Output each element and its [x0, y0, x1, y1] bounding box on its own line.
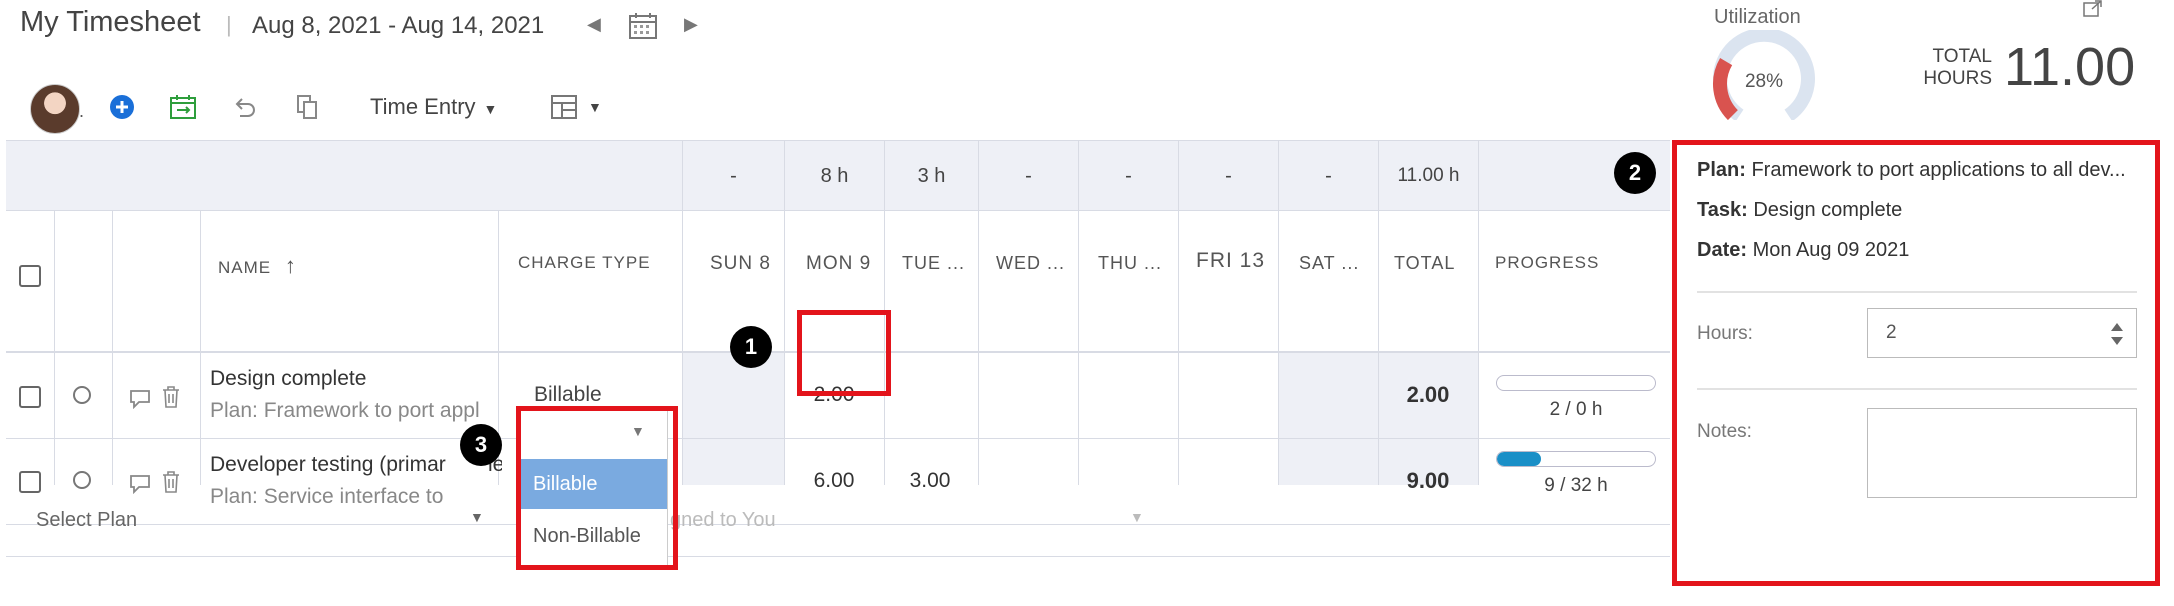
assigned-task-dropdown[interactable]: gned to You — [670, 509, 776, 532]
chevron-down-icon[interactable]: ▼ — [470, 509, 484, 525]
utilization-label: Utilization — [1714, 6, 1801, 28]
column-header-thu[interactable]: THU ... — [1098, 253, 1162, 274]
column-header-name[interactable]: NAME ↑ — [218, 253, 297, 279]
column-header-charge-type[interactable]: CHARGE TYPE — [518, 253, 651, 273]
task-name[interactable]: Design complete — [210, 367, 496, 391]
layout-icon — [551, 95, 577, 119]
annotation-badge: 2 — [1614, 152, 1656, 194]
undo-button[interactable] — [230, 92, 260, 122]
prev-week-icon[interactable]: ◀ — [587, 14, 601, 35]
total-hours-value: 11.00 — [2004, 37, 2136, 97]
trash-icon[interactable] — [161, 385, 181, 409]
row-total: 2.00 — [1406, 382, 1450, 407]
day-total: - — [1325, 164, 1332, 187]
row-checkbox[interactable] — [19, 386, 41, 408]
column-header-progress: PROGRESS — [1495, 253, 1600, 272]
view-dropdown-label: Time Entry — [370, 94, 476, 119]
highlight-box — [797, 310, 891, 396]
day-total: - — [1125, 164, 1132, 187]
day-total: - — [1025, 164, 1032, 187]
column-header-wed[interactable]: WED ... — [996, 253, 1065, 274]
task-plan: Plan: Framework to port appl — [210, 399, 480, 422]
progress-fill — [1497, 452, 1542, 466]
progress-bar — [1496, 375, 1656, 391]
select-all-checkbox[interactable] — [19, 265, 41, 287]
annotation-badge: 1 — [730, 326, 772, 368]
column-header-tue[interactable]: TUE ... — [902, 253, 965, 274]
date-range: Aug 8, 2021 - Aug 14, 2021 — [252, 12, 545, 39]
task-name[interactable]: Developer testing (primar — [210, 453, 472, 477]
charge-type-value[interactable]: Billable — [534, 383, 602, 407]
calendar-icon[interactable] — [628, 12, 658, 40]
schedule-icon — [170, 95, 196, 119]
total-hours-label: TOTAL HOURS — [1923, 46, 1992, 89]
chevron-down-icon[interactable]: ▼ — [1130, 509, 1144, 525]
status-circle-icon[interactable] — [73, 386, 91, 404]
column-header-fri[interactable]: FRI 13 — [1196, 249, 1265, 273]
select-plan-dropdown[interactable]: Select Plan — [36, 509, 137, 532]
schedule-button[interactable] — [168, 92, 198, 122]
title-separator: | — [226, 12, 232, 37]
expand-icon[interactable] — [2082, 0, 2104, 18]
page-title: My Timesheet — [20, 6, 201, 38]
utilization-value: 28% — [1744, 71, 1784, 92]
avatar[interactable] — [30, 84, 80, 134]
view-dropdown[interactable]: Time Entry ▼ — [370, 94, 497, 120]
sort-ascending-icon: ↑ — [284, 253, 297, 278]
next-week-icon[interactable]: ▶ — [684, 14, 698, 35]
progress-bar — [1496, 451, 1656, 467]
undo-icon — [235, 98, 255, 117]
day-total: - — [1225, 164, 1232, 187]
highlight-box — [1672, 140, 2160, 586]
day-total: 3 h — [917, 164, 946, 187]
column-header-total: TOTAL — [1394, 253, 1456, 273]
avatar-indicator: . — [79, 101, 85, 121]
highlight-box — [516, 406, 678, 570]
add-button[interactable] — [107, 92, 137, 122]
comment-icon[interactable] — [128, 387, 152, 409]
grand-total: 11.00 h — [1397, 165, 1460, 186]
column-header-mon[interactable]: MON 9 — [806, 253, 871, 275]
day-total: 8 h — [820, 164, 849, 187]
copy-icon — [297, 95, 317, 119]
layout-dropdown[interactable]: ▼ — [550, 94, 602, 120]
annotation-badge: 3 — [460, 424, 502, 466]
chevron-down-icon: ▼ — [588, 99, 602, 115]
column-header-name-label: NAME — [218, 258, 272, 277]
progress-text: 2 / 0 h — [1549, 399, 1603, 420]
chevron-down-icon: ▼ — [483, 101, 498, 117]
day-total: - — [730, 164, 737, 187]
copy-button[interactable] — [292, 92, 322, 122]
add-task-row: Select Plan ▼ gned to You ▼ — [6, 485, 1670, 557]
add-icon — [110, 95, 134, 119]
column-header-sun[interactable]: SUN 8 — [710, 253, 771, 275]
column-header-sat[interactable]: SAT ... — [1299, 253, 1359, 274]
